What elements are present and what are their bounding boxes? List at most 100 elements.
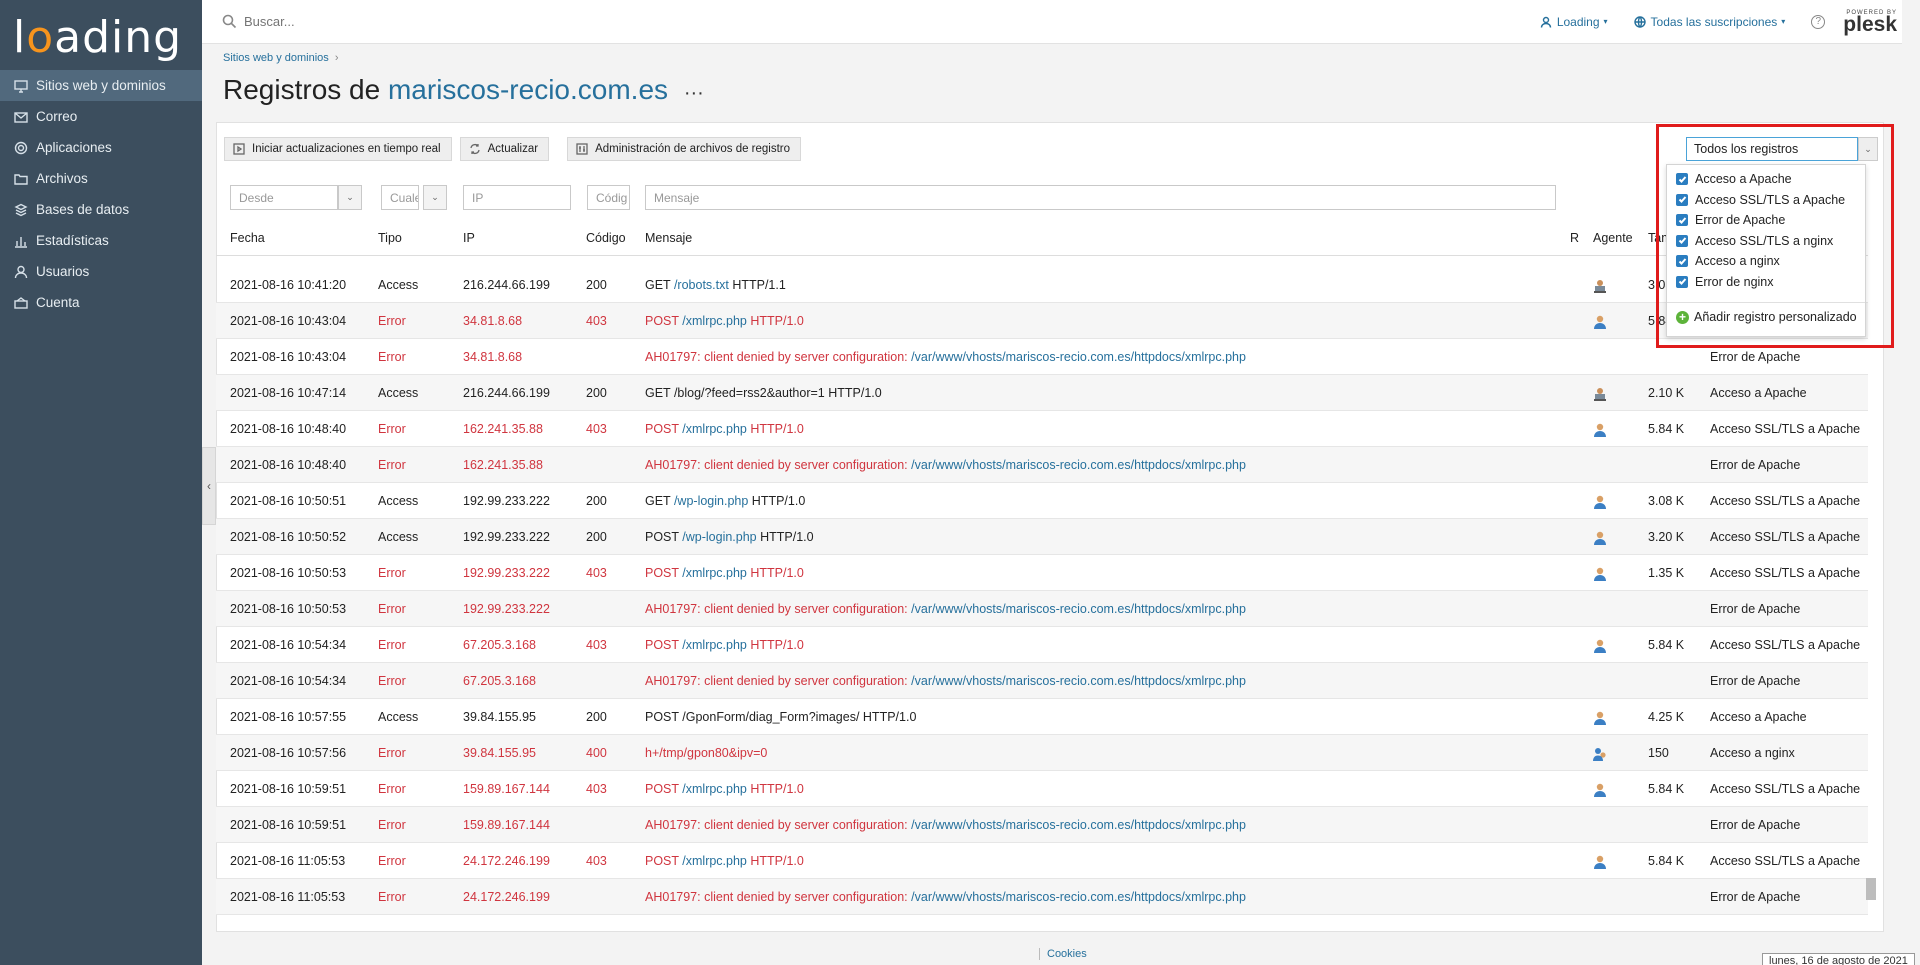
cell-date: 2021-08-16 10:57:55 xyxy=(230,710,347,724)
message-link[interactable]: /var/www/vhosts/mariscos-recio.com.es/ht… xyxy=(911,602,1246,616)
cell-date: 2021-08-16 10:57:56 xyxy=(230,746,347,760)
realtime-updates-button[interactable]: Iniciar actualizaciones en tiempo real xyxy=(224,137,452,161)
message-link[interactable]: /xmlrpc.php xyxy=(682,314,747,328)
message-link[interactable]: /xmlrpc.php xyxy=(682,566,747,580)
message-filter[interactable]: Mensaje xyxy=(645,185,1556,210)
cell-ip: 39.84.155.95 xyxy=(463,746,536,760)
cookies-link[interactable]: Cookies xyxy=(1039,948,1087,960)
table-row[interactable]: 2021-08-16 10:57:55 Access 39.84.155.95 200… xyxy=(216,699,1868,735)
cell-ip: 34.81.8.68 xyxy=(463,350,523,364)
message-link[interactable]: /xmlrpc.php xyxy=(682,638,747,652)
sidebar-item-users[interactable]: Usuarios xyxy=(0,256,202,287)
table-row[interactable]: 2021-08-16 11:05:53 Error 24.172.246.199 40… xyxy=(216,843,1868,879)
help-icon[interactable]: ? xyxy=(1811,14,1826,29)
date-from-field[interactable]: Desde xyxy=(230,185,338,210)
cell-type: Error xyxy=(378,314,406,328)
table-row[interactable]: 2021-08-16 10:48:40 Error 162.241.35.88 403… xyxy=(216,411,1868,447)
type-filter[interactable]: Cuale xyxy=(381,185,419,210)
table-row[interactable]: 2021-08-16 10:50:53 Error 192.99.233.222 40… xyxy=(216,555,1868,591)
code-filter[interactable]: Códig xyxy=(587,185,630,210)
subscriptions-menu[interactable]: Todas las suscripciones ▾ xyxy=(1633,15,1785,29)
message-link[interactable]: /var/www/vhosts/mariscos-recio.com.es/ht… xyxy=(911,818,1246,832)
column-header-r[interactable]: R xyxy=(1570,231,1579,245)
message-suffix: HTTP/1.0 xyxy=(746,422,804,436)
table-row[interactable]: 2021-08-16 10:43:04 Error 34.81.8.68 403 POS… xyxy=(216,303,1868,339)
page-title-domain[interactable]: mariscos-recio.com.es xyxy=(388,74,668,105)
sidebar-collapse-button[interactable]: ‹ xyxy=(202,447,216,525)
user-agent-icon[interactable] xyxy=(1592,638,1608,654)
table-row[interactable]: 2021-08-16 10:48:40 Error 162.241.35.88 AH0… xyxy=(216,447,1868,483)
user-agent-icon[interactable] xyxy=(1592,314,1608,330)
sidebar-item-databases[interactable]: Bases de datos xyxy=(0,194,202,225)
sidebar-item-websites[interactable]: Sitios web y dominios xyxy=(0,70,202,101)
sidebar-item-account[interactable]: Cuenta xyxy=(0,287,202,318)
sidebar-item-apps[interactable]: Aplicaciones xyxy=(0,132,202,163)
message-link[interactable]: /xmlrpc.php xyxy=(682,422,747,436)
user-agent-icon[interactable] xyxy=(1592,710,1608,726)
user-agent-icon[interactable] xyxy=(1592,782,1608,798)
refresh-button[interactable]: Actualizar xyxy=(459,137,550,161)
user-agent-icon[interactable] xyxy=(1592,854,1608,870)
message-suffix: HTTP/1.0 xyxy=(748,494,806,508)
plesk-brand: plesk xyxy=(1843,12,1897,36)
message-link[interactable]: /var/www/vhosts/mariscos-recio.com.es/ht… xyxy=(911,674,1246,688)
column-header-agent[interactable]: Agente xyxy=(1593,231,1633,245)
manage-logs-button[interactable]: Administración de archivos de registro xyxy=(567,137,802,161)
cell-ip: 162.241.35.88 xyxy=(463,458,543,472)
sidebar-item-stats[interactable]: Estadísticas xyxy=(0,225,202,256)
refresh-label: Actualizar xyxy=(487,143,539,155)
sidebar-item-files[interactable]: Archivos xyxy=(0,163,202,194)
sidebar-item-mail[interactable]: Correo xyxy=(0,101,202,132)
cell-ip: 34.81.8.68 xyxy=(463,314,523,328)
table-row[interactable]: 2021-08-16 11:05:53 Error 24.172.246.199 AH… xyxy=(216,879,1868,915)
logo[interactable]: loading xyxy=(0,0,202,70)
message-link[interactable]: /xmlrpc.php xyxy=(682,782,747,796)
table-row[interactable]: 2021-08-16 10:43:04 Error 34.81.8.68 AH0179… xyxy=(216,339,1868,375)
table-row[interactable]: 2021-08-16 10:57:56 Error 39.84.155.95 400 h… xyxy=(216,735,1868,771)
user-menu[interactable]: Loading ▾ xyxy=(1540,15,1608,29)
bot-agent-icon[interactable] xyxy=(1592,278,1608,294)
table-row[interactable]: 2021-08-16 10:50:52 Access 192.99.233.222 2… xyxy=(216,519,1868,555)
cell-date: 2021-08-16 10:41:20 xyxy=(230,278,347,292)
cell-ip: 24.172.246.199 xyxy=(463,890,550,904)
message-link[interactable]: /wp-login.php xyxy=(674,494,748,508)
table-row[interactable]: 2021-08-16 10:50:53 Error 192.99.233.222 AH… xyxy=(216,591,1868,627)
table-row[interactable]: 2021-08-16 10:59:51 Error 159.89.167.144 40… xyxy=(216,771,1868,807)
breadcrumb-link[interactable]: Sitios web y dominios xyxy=(223,52,329,64)
ip-filter[interactable]: IP xyxy=(463,185,571,210)
table-row[interactable]: 2021-08-16 10:47:14 Access 216.244.66.199 2… xyxy=(216,375,1868,411)
column-header-ip[interactable]: IP xyxy=(463,231,475,245)
column-header-date[interactable]: Fecha xyxy=(230,231,265,245)
chevron-down-icon[interactable]: ⌄ xyxy=(423,185,447,210)
bot-agent-icon[interactable] xyxy=(1592,386,1608,402)
user-agent-icon[interactable] xyxy=(1592,494,1608,510)
table-row[interactable]: 2021-08-16 10:54:34 Error 67.205.3.168 AH01… xyxy=(216,663,1868,699)
message-link[interactable]: /var/www/vhosts/mariscos-recio.com.es/ht… xyxy=(911,458,1246,472)
message-link[interactable]: /var/www/vhosts/mariscos-recio.com.es/ht… xyxy=(911,890,1246,904)
table-row[interactable]: 2021-08-16 10:59:51 Error 159.89.167.144 AH… xyxy=(216,807,1868,843)
scrollbar-thumb[interactable] xyxy=(1866,878,1876,900)
user-agent-icon[interactable] xyxy=(1592,422,1608,438)
message-text: GET /blog/?feed=rss2&author=1 HTTP/1.0 xyxy=(645,386,882,400)
user-agent-icon[interactable] xyxy=(1592,566,1608,582)
table-row[interactable]: 2021-08-16 10:54:34 Error 67.205.3.168 403 P… xyxy=(216,627,1868,663)
message-suffix: HTTP/1.0 xyxy=(756,530,814,544)
message-link[interactable]: /robots.txt xyxy=(674,278,729,292)
chevron-down-icon[interactable]: ⌄ xyxy=(338,185,362,210)
highlight-box xyxy=(1656,124,1894,348)
more-options-icon[interactable]: ··· xyxy=(684,82,704,104)
message-link[interactable]: /var/www/vhosts/mariscos-recio.com.es/ht… xyxy=(911,350,1246,364)
column-header-type[interactable]: Tipo xyxy=(378,231,402,245)
cell-message: POST /xmlrpc.php HTTP/1.0 xyxy=(645,638,804,652)
plesk-logo: POWERED BY plesk xyxy=(1843,10,1897,36)
table-row[interactable]: 2021-08-16 10:41:20 Access 216.244.66.199 2… xyxy=(216,267,1868,303)
column-header-code[interactable]: Código xyxy=(586,231,626,245)
search-input[interactable] xyxy=(244,14,744,29)
message-link[interactable]: /xmlrpc.php xyxy=(682,854,747,868)
message-link[interactable]: /wp-login.php xyxy=(682,530,756,544)
column-header-message[interactable]: Mensaje xyxy=(645,231,692,245)
user-agent-icon[interactable] xyxy=(1592,530,1608,546)
table-row[interactable]: 2021-08-16 10:50:51 Access 192.99.233.222 2… xyxy=(216,483,1868,519)
cell-ip: 24.172.246.199 xyxy=(463,854,550,868)
group-agent-icon[interactable] xyxy=(1592,746,1608,762)
